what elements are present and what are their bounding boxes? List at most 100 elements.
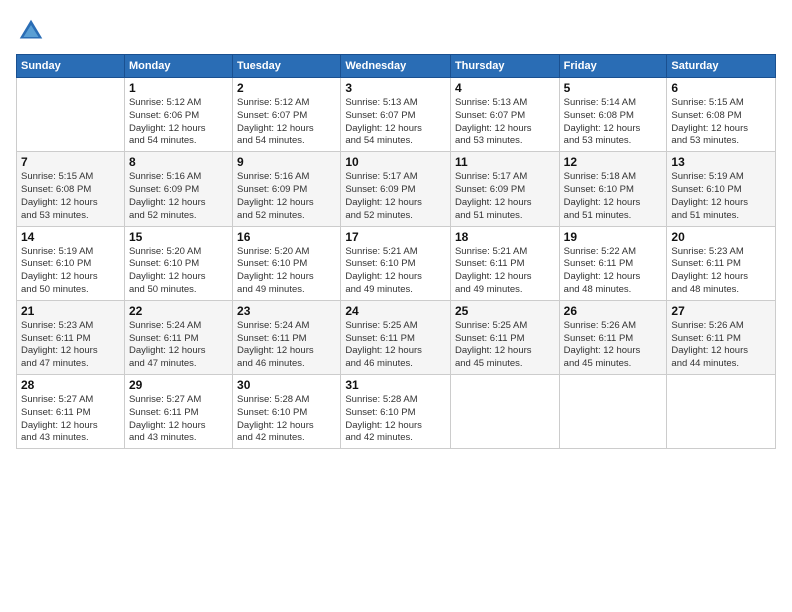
calendar-cell: 13 Sunrise: 5:19 AM Sunset: 6:10 PM Dayli…: [667, 152, 776, 226]
day-number: 13: [671, 155, 771, 169]
day-number: 27: [671, 304, 771, 318]
day-number: 26: [564, 304, 663, 318]
calendar-cell: 4 Sunrise: 5:13 AM Sunset: 6:07 PM Daylig…: [450, 78, 559, 152]
day-info: Sunrise: 5:15 AM Sunset: 6:08 PM Dayligh…: [21, 171, 120, 222]
col-header-tuesday: Tuesday: [233, 55, 341, 78]
calendar-cell: 6 Sunrise: 5:15 AM Sunset: 6:08 PM Daylig…: [667, 78, 776, 152]
calendar-cell: [667, 375, 776, 449]
day-number: 19: [564, 230, 663, 244]
day-number: 10: [345, 155, 446, 169]
day-info: Sunrise: 5:17 AM Sunset: 6:09 PM Dayligh…: [455, 171, 555, 222]
day-number: 4: [455, 81, 555, 95]
calendar-table: SundayMondayTuesdayWednesdayThursdayFrid…: [16, 54, 776, 449]
day-number: 15: [129, 230, 228, 244]
day-info: Sunrise: 5:13 AM Sunset: 6:07 PM Dayligh…: [345, 97, 446, 148]
day-info: Sunrise: 5:17 AM Sunset: 6:09 PM Dayligh…: [345, 171, 446, 222]
col-header-friday: Friday: [559, 55, 667, 78]
day-number: 20: [671, 230, 771, 244]
day-number: 21: [21, 304, 120, 318]
logo: [16, 16, 50, 46]
day-number: 18: [455, 230, 555, 244]
calendar-header-row: SundayMondayTuesdayWednesdayThursdayFrid…: [17, 55, 776, 78]
day-info: Sunrise: 5:16 AM Sunset: 6:09 PM Dayligh…: [129, 171, 228, 222]
day-number: 5: [564, 81, 663, 95]
calendar-cell: 9Sunrise: 5:16 AM Sunset: 6:09 PM Daylig…: [233, 152, 341, 226]
calendar-cell: 22 Sunrise: 5:24 AM Sunset: 6:11 PM Dayli…: [124, 300, 232, 374]
calendar-cell: 20 Sunrise: 5:23 AM Sunset: 6:11 PM Dayli…: [667, 226, 776, 300]
calendar-cell: 30Sunrise: 5:28 AM Sunset: 6:10 PM Dayli…: [233, 375, 341, 449]
calendar-cell: 27 Sunrise: 5:26 AM Sunset: 6:11 PM Dayli…: [667, 300, 776, 374]
calendar-cell: 16 Sunrise: 5:20 AM Sunset: 6:10 PM Dayli…: [233, 226, 341, 300]
calendar-cell: [559, 375, 667, 449]
week-row-3: 14 Sunrise: 5:19 AM Sunset: 6:10 PM Dayli…: [17, 226, 776, 300]
day-number: 23: [237, 304, 336, 318]
col-header-sunday: Sunday: [17, 55, 125, 78]
calendar-cell: 17 Sunrise: 5:21 AM Sunset: 6:10 PM Dayli…: [341, 226, 451, 300]
calendar-cell: 12 Sunrise: 5:18 AM Sunset: 6:10 PM Dayli…: [559, 152, 667, 226]
day-number: 14: [21, 230, 120, 244]
col-header-thursday: Thursday: [450, 55, 559, 78]
day-info: Sunrise: 5:27 AM Sunset: 6:11 PM Dayligh…: [21, 394, 120, 445]
day-info: Sunrise: 5:22 AM Sunset: 6:11 PM Dayligh…: [564, 246, 663, 297]
day-info: Sunrise: 5:20 AM Sunset: 6:10 PM Dayligh…: [237, 246, 336, 297]
logo-icon: [16, 16, 46, 46]
day-info: Sunrise: 5:26 AM Sunset: 6:11 PM Dayligh…: [564, 320, 663, 371]
calendar-cell: 26 Sunrise: 5:26 AM Sunset: 6:11 PM Dayli…: [559, 300, 667, 374]
day-info: Sunrise: 5:25 AM Sunset: 6:11 PM Dayligh…: [345, 320, 446, 371]
day-info: Sunrise: 5:23 AM Sunset: 6:11 PM Dayligh…: [21, 320, 120, 371]
calendar-cell: 3 Sunrise: 5:13 AM Sunset: 6:07 PM Daylig…: [341, 78, 451, 152]
calendar-cell: 21 Sunrise: 5:23 AM Sunset: 6:11 PM Dayli…: [17, 300, 125, 374]
col-header-saturday: Saturday: [667, 55, 776, 78]
day-number: 24: [345, 304, 446, 318]
day-number: 25: [455, 304, 555, 318]
calendar-cell: 8 Sunrise: 5:16 AM Sunset: 6:09 PM Daylig…: [124, 152, 232, 226]
day-number: 31: [345, 378, 446, 392]
day-info: Sunrise: 5:16 AM Sunset: 6:09 PM Dayligh…: [237, 171, 336, 222]
day-info: Sunrise: 5:28 AM Sunset: 6:10 PM Dayligh…: [345, 394, 446, 445]
day-info: Sunrise: 5:12 AM Sunset: 6:06 PM Dayligh…: [129, 97, 228, 148]
calendar-cell: 10 Sunrise: 5:17 AM Sunset: 6:09 PM Dayli…: [341, 152, 451, 226]
calendar-cell: 29 Sunrise: 5:27 AM Sunset: 6:11 PM Dayli…: [124, 375, 232, 449]
calendar-cell: 11 Sunrise: 5:17 AM Sunset: 6:09 PM Dayli…: [450, 152, 559, 226]
day-info: Sunrise: 5:14 AM Sunset: 6:08 PM Dayligh…: [564, 97, 663, 148]
day-info: Sunrise: 5:26 AM Sunset: 6:11 PM Dayligh…: [671, 320, 771, 371]
calendar-cell: 31 Sunrise: 5:28 AM Sunset: 6:10 PM Dayli…: [341, 375, 451, 449]
calendar-cell: 5 Sunrise: 5:14 AM Sunset: 6:08 PM Daylig…: [559, 78, 667, 152]
day-info: Sunrise: 5:19 AM Sunset: 6:10 PM Dayligh…: [671, 171, 771, 222]
calendar-cell: 1 Sunrise: 5:12 AM Sunset: 6:06 PM Daylig…: [124, 78, 232, 152]
calendar-cell: 19 Sunrise: 5:22 AM Sunset: 6:11 PM Dayli…: [559, 226, 667, 300]
day-info: Sunrise: 5:18 AM Sunset: 6:10 PM Dayligh…: [564, 171, 663, 222]
day-number: 11: [455, 155, 555, 169]
calendar-cell: 24 Sunrise: 5:25 AM Sunset: 6:11 PM Dayli…: [341, 300, 451, 374]
day-number: 8: [129, 155, 228, 169]
day-info: Sunrise: 5:21 AM Sunset: 6:11 PM Dayligh…: [455, 246, 555, 297]
day-info: Sunrise: 5:24 AM Sunset: 6:11 PM Dayligh…: [129, 320, 228, 371]
day-info: Sunrise: 5:13 AM Sunset: 6:07 PM Dayligh…: [455, 97, 555, 148]
day-number: 12: [564, 155, 663, 169]
week-row-4: 21 Sunrise: 5:23 AM Sunset: 6:11 PM Dayli…: [17, 300, 776, 374]
day-number: 16: [237, 230, 336, 244]
day-number: 7: [21, 155, 120, 169]
day-info: Sunrise: 5:19 AM Sunset: 6:10 PM Dayligh…: [21, 246, 120, 297]
day-number: 17: [345, 230, 446, 244]
calendar-cell: 23Sunrise: 5:24 AM Sunset: 6:11 PM Dayli…: [233, 300, 341, 374]
day-info: Sunrise: 5:12 AM Sunset: 6:07 PM Dayligh…: [237, 97, 336, 148]
day-number: 6: [671, 81, 771, 95]
day-number: 30: [237, 378, 336, 392]
day-info: Sunrise: 5:27 AM Sunset: 6:11 PM Dayligh…: [129, 394, 228, 445]
day-number: 22: [129, 304, 228, 318]
day-info: Sunrise: 5:23 AM Sunset: 6:11 PM Dayligh…: [671, 246, 771, 297]
day-info: Sunrise: 5:20 AM Sunset: 6:10 PM Dayligh…: [129, 246, 228, 297]
day-number: 3: [345, 81, 446, 95]
day-number: 1: [129, 81, 228, 95]
day-info: Sunrise: 5:21 AM Sunset: 6:10 PM Dayligh…: [345, 246, 446, 297]
col-header-wednesday: Wednesday: [341, 55, 451, 78]
day-number: 29: [129, 378, 228, 392]
calendar-cell: 18 Sunrise: 5:21 AM Sunset: 6:11 PM Dayli…: [450, 226, 559, 300]
col-header-monday: Monday: [124, 55, 232, 78]
week-row-1: 1 Sunrise: 5:12 AM Sunset: 6:06 PM Daylig…: [17, 78, 776, 152]
calendar-cell: [450, 375, 559, 449]
week-row-2: 7 Sunrise: 5:15 AM Sunset: 6:08 PM Daylig…: [17, 152, 776, 226]
day-info: Sunrise: 5:15 AM Sunset: 6:08 PM Dayligh…: [671, 97, 771, 148]
calendar-cell: 7 Sunrise: 5:15 AM Sunset: 6:08 PM Daylig…: [17, 152, 125, 226]
